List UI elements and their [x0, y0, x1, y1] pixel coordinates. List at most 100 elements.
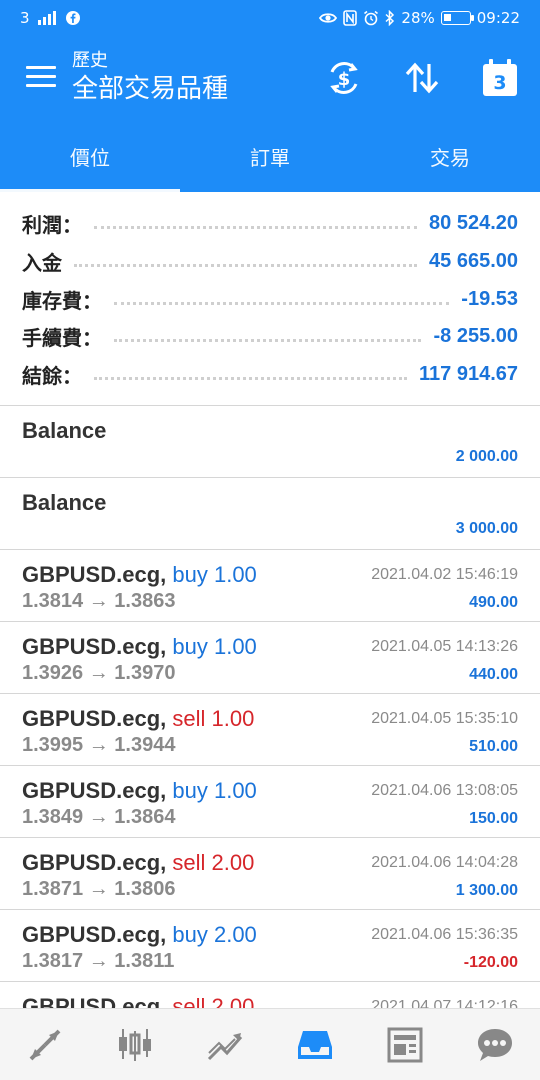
- leader-dots: [114, 338, 422, 342]
- status-bar: 3 28% 09:22: [0, 0, 540, 36]
- summary-label: 庫存費：: [22, 290, 102, 313]
- chat-icon: [478, 1028, 512, 1061]
- calendar-day: 3: [493, 72, 506, 94]
- deal-time: 2021.04.02 15:46:19: [371, 566, 518, 583]
- currency-exchange-icon[interactable]: $: [324, 58, 364, 98]
- deal-row[interactable]: GBPUSD.ecg, buy 2.00 1.3817 → 1.3811 202…: [0, 910, 540, 982]
- balance-row[interactable]: Balance 2 000.00: [0, 406, 540, 478]
- deal-side: sell 2.00: [172, 994, 255, 1008]
- deal-prices: 1.3814 → 1.3863: [22, 590, 176, 612]
- deal-time: 2021.04.05 14:13:26: [371, 638, 518, 655]
- clock: 09:22: [476, 9, 520, 27]
- deal-row[interactable]: GBPUSD.ecg, buy 1.00 1.3926 → 1.3970 202…: [0, 622, 540, 694]
- summary-value: -8 255.00: [433, 324, 518, 347]
- news-icon: [387, 1027, 423, 1062]
- deal-time: 2021.04.06 14:04:28: [371, 854, 518, 871]
- deal-prices: 1.3871 → 1.3806: [22, 878, 176, 900]
- nfc-icon: [343, 10, 358, 26]
- calendar-icon[interactable]: 3: [480, 58, 520, 98]
- bluetooth-icon: [385, 10, 395, 26]
- deal-row[interactable]: GBPUSD.ecg, sell 2.00 2021.04.07 14:12:1…: [0, 982, 540, 1008]
- deal-side: buy 2.00: [172, 922, 257, 947]
- leader-dots: [94, 376, 407, 380]
- deal-prices: 1.3817 → 1.3811: [22, 950, 175, 972]
- nav-history[interactable]: [270, 1009, 360, 1080]
- deal-row[interactable]: GBPUSD.ecg, buy 1.00 1.3814 → 1.3863 202…: [0, 550, 540, 622]
- summary-row-deposit: 入金 45 665.00: [22, 244, 518, 278]
- balance-row[interactable]: Balance 3 000.00: [0, 478, 540, 550]
- svg-text:$: $: [338, 69, 351, 90]
- nav-trade[interactable]: [180, 1009, 270, 1080]
- summary-row-commission: 手續費： -8 255.00: [22, 319, 518, 353]
- trade-icon: [207, 1032, 243, 1060]
- tab-bar: 價位 訂單 交易: [0, 120, 540, 192]
- deal-side: sell 1.00: [172, 706, 255, 731]
- balance-amount: 3 000.00: [455, 520, 518, 537]
- nav-chat[interactable]: [450, 1009, 540, 1080]
- leader-dots: [74, 263, 418, 267]
- deal-profit: 440.00: [469, 666, 518, 683]
- deal-side: sell 2.00: [172, 850, 255, 875]
- deal-time: 2021.04.06 13:08:05: [371, 782, 518, 799]
- page-subtitle: 歷史: [72, 50, 108, 71]
- history-list[interactable]: Balance 2 000.00 Balance 3 000.00 GBPUSD…: [0, 406, 540, 1008]
- facebook-icon: [65, 11, 80, 25]
- quotes-icon: [29, 1029, 61, 1060]
- balance-label: Balance: [22, 418, 107, 443]
- chart-icon: [119, 1028, 151, 1061]
- summary-row-profit: 利潤： 80 524.20: [22, 206, 518, 240]
- deal-profit: -120.00: [463, 954, 518, 971]
- battery-percent: 28%: [401, 9, 435, 27]
- deal-time: 2021.04.05 15:35:10: [371, 710, 518, 727]
- deal-side: buy 1.00: [172, 562, 257, 587]
- nav-news[interactable]: [360, 1009, 450, 1080]
- menu-icon[interactable]: [26, 66, 56, 90]
- status-left: 3: [20, 9, 80, 27]
- page-title[interactable]: 全部交易品種: [72, 72, 228, 106]
- nav-chart[interactable]: [90, 1009, 180, 1080]
- status-right: 28% 09:22: [319, 9, 520, 27]
- summary-label: 手續費：: [22, 327, 102, 350]
- summary-value: 117 914.67: [419, 362, 518, 385]
- deal-time: 2021.04.07 14:12:16: [371, 998, 518, 1008]
- battery-icon: [440, 11, 474, 25]
- app-bar: 歷史 全部交易品種 $ 3: [0, 36, 540, 120]
- leader-dots: [114, 301, 450, 305]
- summary-row-balance: 結餘： 117 914.67: [22, 357, 518, 391]
- tab-deals[interactable]: 交易: [360, 120, 540, 192]
- tab-prices[interactable]: 價位: [0, 120, 180, 192]
- deal-row[interactable]: GBPUSD.ecg, buy 1.00 1.3849 → 1.3864 202…: [0, 766, 540, 838]
- tab-orders[interactable]: 訂單: [180, 120, 360, 192]
- deal-profit: 1 300.00: [455, 882, 518, 899]
- nav-quotes[interactable]: [0, 1009, 90, 1080]
- alarm-icon: [364, 10, 379, 26]
- deal-row[interactable]: GBPUSD.ecg, sell 2.00 1.3871 → 1.3806 20…: [0, 838, 540, 910]
- summary-panel: 利潤： 80 524.20 入金 45 665.00 庫存費： -19.53 手…: [0, 192, 540, 406]
- eye-icon: [319, 13, 338, 23]
- deal-prices: 1.3849 → 1.3864: [22, 806, 176, 828]
- summary-value: 45 665.00: [429, 249, 518, 272]
- deal-side: buy 1.00: [172, 634, 257, 659]
- deal-row[interactable]: GBPUSD.ecg, sell 1.00 1.3995 → 1.3944 20…: [0, 694, 540, 766]
- leader-dots: [94, 225, 418, 229]
- sort-icon[interactable]: [402, 58, 442, 98]
- deal-symbol: GBPUSD.ecg,: [22, 706, 167, 731]
- deal-prices: 1.3995 → 1.3944: [22, 734, 176, 756]
- summary-value: 80 524.20: [429, 211, 518, 234]
- signal-icon: [37, 11, 56, 25]
- battery-fill: [443, 14, 452, 21]
- summary-label: 結餘：: [22, 365, 82, 388]
- deal-symbol: GBPUSD.ecg,: [22, 994, 167, 1008]
- title-block: 歷史 全部交易品種: [72, 50, 228, 106]
- deal-symbol: GBPUSD.ecg,: [22, 922, 167, 947]
- deal-time: 2021.04.06 15:36:35: [371, 926, 518, 943]
- deal-symbol: GBPUSD.ecg,: [22, 634, 167, 659]
- deal-symbol: GBPUSD.ecg,: [22, 562, 167, 587]
- summary-row-swap: 庫存費： -19.53: [22, 282, 518, 316]
- bottom-nav: [0, 1008, 540, 1080]
- deal-side: buy 1.00: [172, 778, 257, 803]
- history-icon: [298, 1030, 332, 1059]
- deal-profit: 490.00: [469, 594, 518, 611]
- carrier-label: 3: [20, 9, 30, 27]
- summary-value: -19.53: [461, 287, 518, 310]
